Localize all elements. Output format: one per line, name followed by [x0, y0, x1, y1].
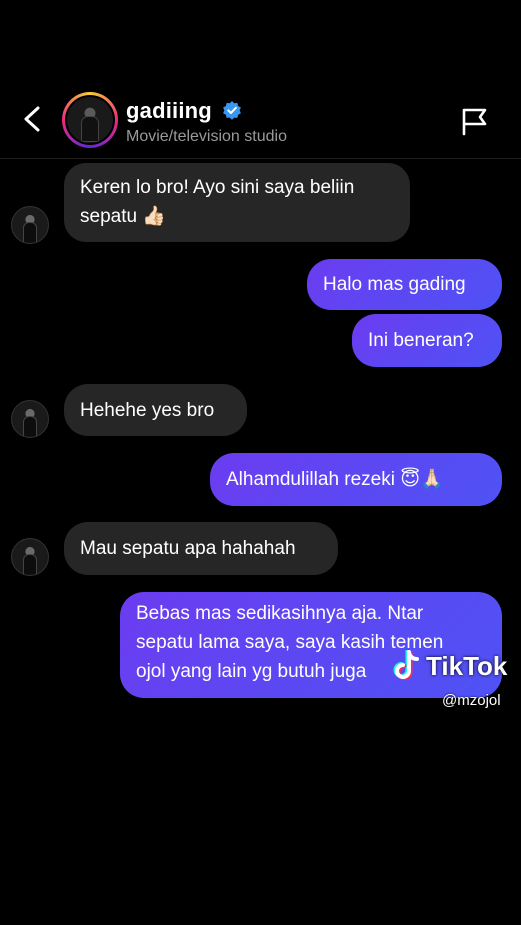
sender-avatar[interactable] — [11, 538, 49, 576]
sender-avatar[interactable] — [11, 206, 49, 244]
chat-header: gadiiing Movie/television studio — [0, 82, 521, 159]
message-bubble-incoming[interactable]: Keren lo bro! Ayo sini saya beliin sepat… — [64, 163, 410, 242]
profile-avatar[interactable] — [62, 92, 118, 148]
message-text: Halo mas gading — [323, 274, 466, 295]
message-text: Hehehe yes bro — [80, 399, 215, 421]
username-text[interactable]: gadiiing — [126, 98, 212, 123]
profile-category: Movie/television studio — [126, 128, 287, 145]
tiktok-handle: @mzojol — [442, 692, 501, 709]
message-text: Bebas mas sedikasihnya aja. Ntar — [136, 603, 424, 624]
message-bubble-incoming[interactable]: Mau sepatu apa hahahah — [64, 522, 338, 575]
message-text: sepatu 👍🏻 — [80, 206, 166, 227]
sender-avatar[interactable] — [11, 400, 49, 438]
message-bubble-incoming[interactable]: Hehehe yes bro — [64, 384, 247, 436]
message-bubble-outgoing[interactable]: Halo mas gading — [307, 259, 502, 310]
message-text: Keren lo bro! Ayo sini saya beliin — [80, 177, 355, 198]
message-text: Mau sepatu apa hahahah — [80, 538, 296, 559]
message-bubble-outgoing[interactable]: Ini beneran? — [352, 314, 502, 367]
verified-badge-icon — [223, 101, 242, 120]
back-icon[interactable] — [18, 104, 46, 134]
message-text: Alhamdulillah rezeki 😇🙏🏻 — [226, 469, 444, 490]
message-bubble-outgoing[interactable]: Bebas mas sedikasihnya aja. Ntar sepatu … — [120, 592, 502, 698]
tiktok-watermark: TikTok — [392, 650, 507, 682]
message-bubble-outgoing[interactable]: Alhamdulillah rezeki 😇🙏🏻 — [210, 453, 502, 506]
flag-icon[interactable] — [460, 106, 490, 136]
tiktok-brand-text: TikTok — [426, 650, 508, 681]
tiktok-logo-icon — [393, 650, 419, 680]
message-text: Ini beneran? — [368, 330, 474, 351]
profile-username[interactable]: gadiiing — [126, 98, 242, 124]
